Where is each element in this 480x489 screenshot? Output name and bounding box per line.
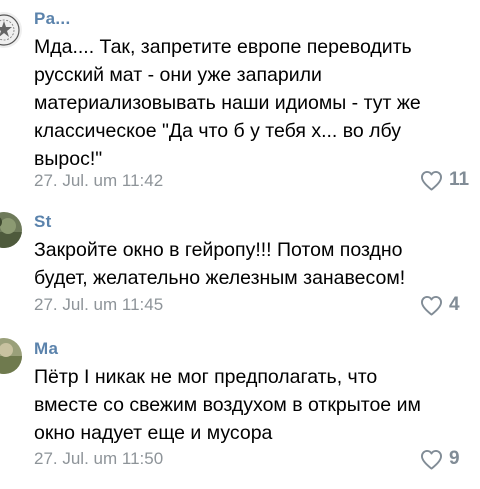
comment-item: St Закройте окно в гейропу!!! Потом позд… [0, 200, 480, 325]
heart-icon [420, 449, 443, 470]
like-count: 11 [449, 169, 470, 190]
avatar[interactable] [0, 12, 22, 48]
comment-author[interactable]: Ma [34, 339, 68, 359]
heart-icon [420, 170, 443, 191]
comment-timestamp: 27. Jul. um 11:42 [34, 171, 164, 190]
avatar[interactable] [0, 212, 22, 248]
avatar[interactable] [0, 338, 22, 374]
comment-timestamp: 27. Jul. um 11:50 [34, 449, 164, 468]
like-count: 9 [449, 448, 460, 469]
comment-text: Мда.... Так, запретите европе переводить… [34, 36, 421, 170]
comment-text: Закройте окно в гейропу!!! Потом поздно … [34, 239, 406, 289]
like-button[interactable]: 4 [420, 293, 460, 317]
heart-icon [420, 295, 443, 316]
comment-timestamp: 27. Jul. um 11:45 [34, 295, 164, 314]
like-button[interactable]: 9 [420, 447, 460, 471]
comment-author[interactable]: St [34, 212, 68, 232]
comment-author[interactable]: Pa... [34, 9, 74, 29]
comment-text: Пётр I никак не мог предполагать, что вм… [34, 366, 421, 444]
like-count: 4 [449, 294, 460, 315]
comment-item: Pa... Мда.... Так, запретите европе пере… [0, 0, 480, 200]
comment-item: Ma Пётр I никак не мог предполагать, что… [0, 325, 480, 489]
like-button[interactable]: 11 [420, 168, 469, 192]
